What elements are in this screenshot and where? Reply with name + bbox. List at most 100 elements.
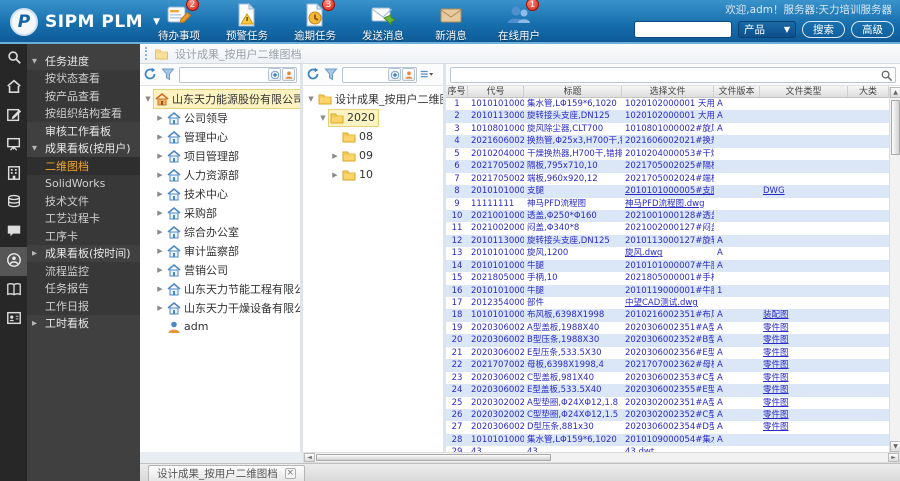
filter-icon[interactable] <box>324 67 339 82</box>
folder-tree-search-input[interactable] <box>346 68 387 81</box>
collapsed-arrow-icon[interactable]: ▶ <box>155 133 165 141</box>
table-row[interactable]: 12 2010113000127旋转接头支座,DN125 2010113000127… <box>446 234 889 248</box>
table-row[interactable]: 25 2020302002351A型垫圈,Φ24XΦ12,1.8 202030200… <box>446 397 889 409</box>
collapsed-arrow-icon[interactable]: ▶ <box>155 209 165 217</box>
table-row[interactable]: 14 2010101000007牛腿 2010101000007#牛腿,1腿...A <box>446 259 889 273</box>
table-row[interactable]: 7 2021705002024端板,960x920,12 2021705002024… <box>446 173 889 185</box>
horizontal-scrollbar[interactable]: ◄ ► <box>303 452 900 463</box>
rail-item-database[interactable] <box>0 189 27 218</box>
refresh-icon[interactable] <box>306 67 321 82</box>
table-row[interactable]: 1 101010100001集水管,LΦ159*6,1020 10201020000… <box>446 98 889 110</box>
collapsed-arrow-icon[interactable]: ▶ <box>155 190 165 198</box>
table-row[interactable]: 17 2012354000002部件 中望CAD测试.dwg <box>446 297 889 309</box>
menu-item[interactable]: 技术文件 <box>27 192 140 210</box>
table-row[interactable]: 22 2021707002362母板,6398X1998,4 20217070023… <box>446 359 889 372</box>
tree-node[interactable]: ▶ 10 <box>303 165 443 184</box>
column-header-code[interactable]: 代号 <box>468 86 524 97</box>
column-header-no[interactable]: 序号 <box>446 86 468 97</box>
toolbar-send-message[interactable]: 发送消息 <box>356 2 410 43</box>
menu-item[interactable]: ▼ 成果看板(按用户) <box>27 140 140 158</box>
table-row[interactable]: 24 2020306002355E型盖板,533.5X40 202030600235… <box>446 384 889 397</box>
table-row[interactable]: 27 2020306002354D型压条,881x30 2020306002354#… <box>446 421 889 433</box>
menu-item[interactable]: ▶ 工时看板 <box>27 315 140 333</box>
collapsed-arrow-icon[interactable]: ▶ <box>155 266 165 274</box>
rail-item-browse-search[interactable] <box>0 44 27 73</box>
rail-item-library[interactable] <box>0 276 27 305</box>
close-tab-icon[interactable]: × <box>284 468 296 479</box>
tree-node[interactable]: 08 <box>303 127 443 146</box>
rail-item-presentation[interactable] <box>0 131 27 160</box>
table-filter-input[interactable] <box>451 68 875 82</box>
locate-user-button[interactable] <box>282 68 295 81</box>
toolbar-overdue-task[interactable]: 3 逾期任务 <box>288 0 342 43</box>
collapsed-arrow-icon[interactable]: ▶ <box>155 247 165 255</box>
view-menu-icon[interactable] <box>420 67 440 82</box>
tree-node[interactable]: ▶ 采购部 <box>140 203 300 222</box>
table-row[interactable]: 2 201011300001旋转接头支座,DN125 1020102000001 大… <box>446 110 889 123</box>
rail-item-dashboard[interactable] <box>0 247 27 276</box>
scrollbar-thumb[interactable] <box>891 100 900 155</box>
table-row[interactable]: 9 11111111 神马PFD流程图 神马PFD流程图.dwg <box>446 198 889 210</box>
table-row[interactable]: 8 2010101000005支腿 2010101000005#支腿.dwg DWG <box>446 185 889 198</box>
column-header-type[interactable]: 文件类型 <box>760 86 848 97</box>
menu-item[interactable]: 按产品查看 <box>27 87 140 105</box>
menu-item[interactable]: 按组织结构查看 <box>27 104 140 122</box>
table-row[interactable]: 5 2010204000053干燥换热器,H700干,错排,6...2010204… <box>446 148 889 160</box>
table-row[interactable]: 21 2020306002356E型压条,533.5X30 202030600235… <box>446 347 889 359</box>
app-logo[interactable]: P SIPM PLM ▼ <box>10 8 160 36</box>
tree-node[interactable]: ▼ 设计成果_按用户二维图档_公 <box>303 89 443 108</box>
drag-handle-icon[interactable] <box>145 47 148 60</box>
scroll-left-icon[interactable]: ◄ <box>304 453 315 462</box>
tree-node[interactable]: ▶ 公司领导 <box>140 108 300 127</box>
column-header-version[interactable]: 文件版本 <box>714 86 760 97</box>
collapsed-arrow-icon[interactable]: ▶ <box>330 171 340 179</box>
rail-item-contacts[interactable] <box>0 305 27 334</box>
menu-item[interactable]: 按状态查看 <box>27 69 140 87</box>
table-row[interactable]: 15 2021805000001手柄,10 2021805000001#手柄,10.… <box>446 272 889 284</box>
scroll-up-icon[interactable]: ▲ <box>890 87 900 98</box>
menu-item[interactable]: 工艺过程卡 <box>27 209 140 227</box>
search-icon[interactable] <box>880 69 893 82</box>
tree-node[interactable]: ▶ 09 <box>303 146 443 165</box>
table-row[interactable]: 4 2021606002021换热管,Φ25x3,H700干,错排...20216… <box>446 135 889 148</box>
search-plus-button[interactable] <box>268 68 281 81</box>
search-button[interactable]: 搜索 <box>802 21 845 38</box>
toolbar-online-users[interactable]: 1 在线用户 <box>492 0 546 43</box>
scrollbar-thumb[interactable] <box>316 454 551 461</box>
collapsed-arrow-icon[interactable]: ▶ <box>155 152 165 160</box>
column-header-title[interactable]: 标题 <box>524 86 622 97</box>
tree-node[interactable]: ▶ 管理中心 <box>140 127 300 146</box>
toolbar-todo[interactable]: 2 待办事项 <box>152 0 206 43</box>
collapsed-arrow-icon[interactable]: ▶ <box>155 304 165 312</box>
tree-node[interactable]: ▼ 2020 <box>303 108 443 127</box>
table-row[interactable]: 6 2021705002025隔板,795x710,10 2021705002025… <box>446 160 889 173</box>
tree-node[interactable]: ▶ 项目管理部 <box>140 146 300 165</box>
collapsed-arrow-icon[interactable]: ▶ <box>155 171 165 179</box>
rail-item-organization[interactable] <box>0 160 27 189</box>
toolbar-new-message[interactable]: 新消息 <box>424 2 478 43</box>
search-plus-button[interactable] <box>388 68 401 81</box>
expanded-arrow-icon[interactable]: ▼ <box>306 95 316 103</box>
menu-item[interactable]: 任务报告 <box>27 279 140 297</box>
menu-item[interactable]: 审核工作看板 <box>27 122 140 140</box>
tree-node[interactable]: adm <box>140 317 300 336</box>
open-document-tab[interactable]: 设计成果_按用户二维图档 × <box>148 465 305 481</box>
table-row[interactable]: 28 1010101000003集水管,LΦ159*6,1020 201010900… <box>446 433 889 447</box>
menu-item[interactable]: 二维图档 <box>27 157 140 175</box>
menu-item[interactable]: 工序卡 <box>27 227 140 245</box>
table-row[interactable]: 23 2020306002353C型盖板,981X40 2020306002353#… <box>446 372 889 384</box>
menu-item[interactable]: 流程监控 <box>27 262 140 280</box>
column-header-file[interactable]: 选择文件 <box>622 86 714 97</box>
scroll-right-icon[interactable]: ► <box>888 453 899 462</box>
global-search-input[interactable] <box>634 21 732 38</box>
column-header-category[interactable]: 大类 <box>848 86 889 97</box>
org-tree-search-input[interactable] <box>183 68 267 81</box>
vertical-scrollbar[interactable]: ▲ ▼ <box>889 87 900 452</box>
table-row[interactable]: 13 2010101000006旋风,1200 旋风.dwg A <box>446 247 889 259</box>
tree-node[interactable]: ▶ 营销公司 <box>140 260 300 279</box>
table-row[interactable]: 19 2020306002351A型盖板,1988X40 2020306002351… <box>446 322 889 334</box>
rail-item-messages[interactable] <box>0 218 27 247</box>
rail-item-compose[interactable] <box>0 102 27 131</box>
tree-node[interactable]: ▶ 审计监察部 <box>140 241 300 260</box>
rail-item-home[interactable] <box>0 73 27 102</box>
